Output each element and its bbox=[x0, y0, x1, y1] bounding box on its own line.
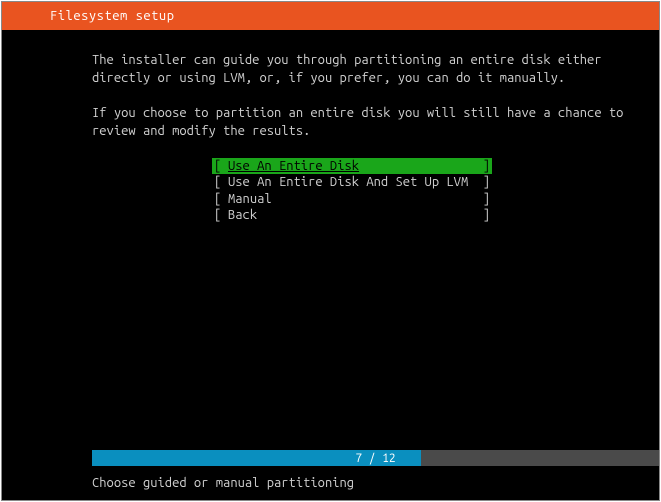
main-content: The installer can guide you through part… bbox=[2, 30, 659, 450]
bracket-right-icon: ] bbox=[476, 158, 490, 174]
bracket-left-icon: [ bbox=[214, 158, 228, 174]
progress-gutter bbox=[2, 450, 92, 466]
option-use-entire-disk-lvm[interactable]: [ Use An Entire Disk And Set Up LVM ] bbox=[212, 174, 492, 190]
bracket-left-icon: [ bbox=[214, 207, 228, 223]
progress-bar: 7 / 12 bbox=[2, 450, 659, 466]
option-back[interactable]: [ Back ] bbox=[212, 207, 492, 223]
bracket-right-icon: ] bbox=[476, 207, 490, 223]
progress-track: 7 / 12 bbox=[92, 450, 659, 466]
bracket-left-icon: [ bbox=[214, 191, 228, 207]
progress-text: 7 / 12 bbox=[92, 450, 659, 466]
option-manual[interactable]: [ Manual ] bbox=[212, 191, 492, 207]
option-use-entire-disk[interactable]: [ Use An Entire Disk ] bbox=[212, 158, 492, 174]
options-menu: [ Use An Entire Disk ] [ Use An Entire D… bbox=[212, 158, 631, 223]
intro-paragraph-2: If you choose to partition an entire dis… bbox=[92, 105, 631, 140]
option-label: Manual bbox=[228, 191, 476, 207]
titlebar: Filesystem setup bbox=[2, 2, 659, 30]
bracket-right-icon: ] bbox=[476, 174, 490, 190]
bracket-left-icon: [ bbox=[214, 174, 228, 190]
option-label: Back bbox=[228, 207, 476, 223]
bracket-right-icon: ] bbox=[476, 191, 490, 207]
option-label: Use An Entire Disk bbox=[228, 158, 476, 174]
footer-hint-bar: Choose guided or manual partitioning bbox=[2, 466, 659, 500]
installer-window: Filesystem setup The installer can guide… bbox=[1, 1, 660, 501]
page-title: Filesystem setup bbox=[50, 9, 174, 23]
option-label: Use An Entire Disk And Set Up LVM bbox=[228, 174, 476, 190]
footer-hint: Choose guided or manual partitioning bbox=[92, 476, 354, 490]
intro-paragraph-1: The installer can guide you through part… bbox=[92, 52, 631, 87]
